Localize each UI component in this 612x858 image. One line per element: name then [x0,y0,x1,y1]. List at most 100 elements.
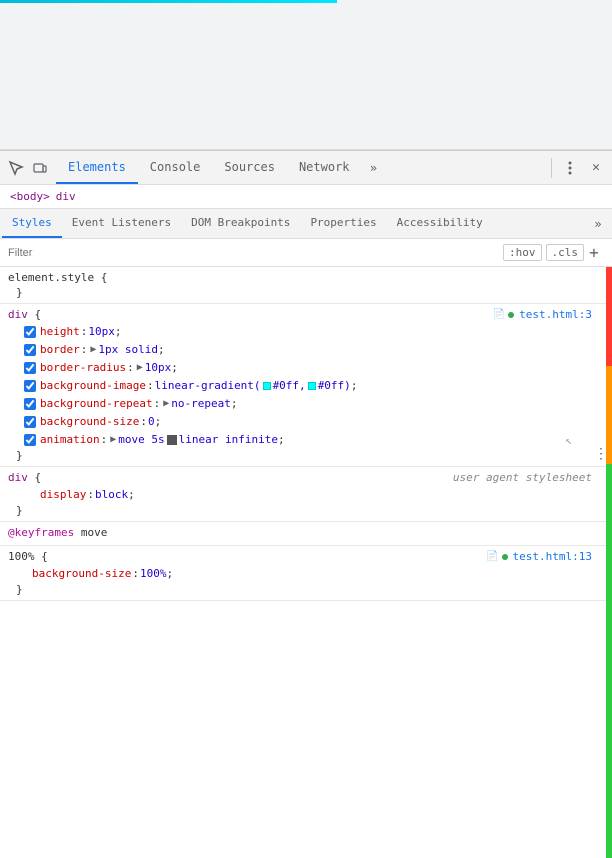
prop-border-value: 1px solid [98,342,158,358]
color-swatch-1[interactable] [263,382,271,390]
prop-background-repeat: background-repeat : ▶ no-repeat ; [8,395,604,413]
prop-animation: animation : ▶ move 5s linear infinite ; [8,431,604,449]
color-strip-orange [606,366,612,465]
rule-closing-100: } [8,583,604,596]
rule-keyframes-100: 100% { 📄 test.html:13 background-size : … [0,546,612,601]
file-link-text-100[interactable]: test.html:13 [513,550,592,563]
prop-animation-timing: linear infinite [179,432,278,448]
prop-height: height : 10px ; [8,323,604,341]
close-devtools-icon[interactable]: ✕ [584,156,608,180]
color-strip-red [606,267,612,366]
filter-bar: :hov .cls + [0,239,612,267]
color-strip [606,267,612,858]
more-subtabs-icon[interactable]: » [586,212,610,236]
main-tabs: Elements Console Sources Network » [56,151,547,184]
prop-bg-repeat-arrow[interactable]: ▶ [163,396,169,412]
prop-bg-size-keyframe-value: 100% [140,566,167,582]
subtab-dom-breakpoints[interactable]: DOM Breakpoints [181,209,300,238]
color-value-2: #0ff) [318,378,351,394]
filter-badges: :hov .cls [503,244,584,261]
prop-animation-checkbox[interactable] [24,434,36,446]
prop-display-value: block [95,487,128,503]
color-strip-green3 [606,661,612,760]
file-icon: 📄 [493,309,505,320]
prop-border-radius-name: border-radius [40,360,126,376]
devtools-toolbar: Elements Console Sources Network » ✕ [0,151,612,185]
styles-subtabs: Styles Event Listeners DOM Breakpoints P… [0,209,612,239]
prop-bg-size-checkbox[interactable] [24,416,36,428]
rule-closing-div-ua: } [8,504,604,517]
subtab-accessibility[interactable]: Accessibility [387,209,493,238]
rule-file-link[interactable]: 📄 test.html:3 [493,308,592,321]
rule-file-link-100[interactable]: 📄 test.html:13 [486,550,592,563]
prop-bg-image-name: background-image [40,378,146,394]
prop-bg-image-value: linear-gradient( [155,378,261,394]
prop-display: display : block ; [8,486,604,504]
user-agent-label: user agent stylesheet [453,471,592,484]
prop-border: border : ▶ 1px solid ; [8,341,604,359]
rule-closing-div: } [8,449,604,462]
progress-bar [0,0,337,3]
breadcrumb-body[interactable]: <body> [8,190,52,203]
subtab-event-listeners[interactable]: Event Listeners [62,209,181,238]
color-strip-green2 [606,563,612,662]
device-toggle-icon[interactable] [28,156,52,180]
rule-selector-keyframes: @keyframes move [8,526,604,539]
prop-height-checkbox[interactable] [24,326,36,338]
subtab-properties[interactable]: Properties [300,209,386,238]
prop-display-name: display [40,487,86,503]
green-dot [508,312,514,318]
inspect-element-icon[interactable] [4,156,28,180]
prop-bg-repeat-name: background-repeat [40,396,153,412]
prop-bg-image-checkbox[interactable] [24,380,36,392]
prop-border-arrow[interactable]: ▶ [90,342,96,358]
prop-background-size: background-size : 0 ; [8,413,604,431]
more-tabs-icon[interactable]: » [362,156,386,180]
rule-element-style: element.style { } [0,267,612,304]
prop-bg-size-keyframe-name: background-size [32,566,131,582]
prop-bg-size-keyframe: background-size : 100% ; [8,565,604,583]
devtools-panel: Elements Console Sources Network » ✕ <bo… [0,150,612,858]
tab-sources[interactable]: Sources [212,151,287,184]
animation-timing-icon[interactable] [167,435,177,445]
toolbar-right-actions: ✕ [547,156,608,180]
rule-keyframes-header: @keyframes move [0,522,612,546]
prop-animation-value: move 5s [118,432,164,448]
file-link-text[interactable]: test.html:3 [519,308,592,321]
prop-height-name: height [40,324,80,340]
prop-border-checkbox[interactable] [24,344,36,356]
toolbar-divider [551,158,552,178]
prop-bg-size-value: 0 [148,414,155,430]
subtab-styles[interactable]: Styles [2,209,62,238]
prop-bg-size-name: background-size [40,414,139,430]
prop-border-radius-checkbox[interactable] [24,362,36,374]
color-strip-green [606,464,612,563]
settings-icon[interactable] [558,156,582,180]
prop-background-image: background-image : linear-gradient( #0ff… [8,377,604,395]
prop-border-name: border [40,342,80,358]
prop-bg-repeat-checkbox[interactable] [24,398,36,410]
cls-badge[interactable]: .cls [546,244,585,261]
color-strip-green4 [606,760,612,858]
color-value-1: #0ff, [273,378,306,394]
hov-badge[interactable]: :hov [503,244,542,261]
prop-border-radius-value: 10px [145,360,172,376]
prop-height-value: 10px [88,324,115,340]
breadcrumb-div[interactable]: div [54,190,78,203]
rule-selector-element-style: element.style { [8,271,604,284]
prop-border-radius-arrow[interactable]: ▶ [137,360,143,376]
breadcrumb: <body> div [0,185,612,209]
styles-content: element.style { } div { 📄 test.html:3 he… [0,267,612,858]
tab-elements[interactable]: Elements [56,151,138,184]
tab-console[interactable]: Console [138,151,213,184]
green-dot-100 [502,554,508,560]
tab-network[interactable]: Network [287,151,362,184]
browser-viewport [0,0,612,150]
add-style-rule-icon[interactable]: + [584,243,604,263]
file-icon-100: 📄 [486,551,498,562]
prop-animation-arrow[interactable]: ▶ [110,432,116,448]
filter-input[interactable] [8,247,503,259]
rule-div: div { 📄 test.html:3 height : 10px ; bord… [0,304,612,467]
color-swatch-2[interactable] [308,382,316,390]
rule-div-useragent: div { user agent stylesheet display : bl… [0,467,612,522]
